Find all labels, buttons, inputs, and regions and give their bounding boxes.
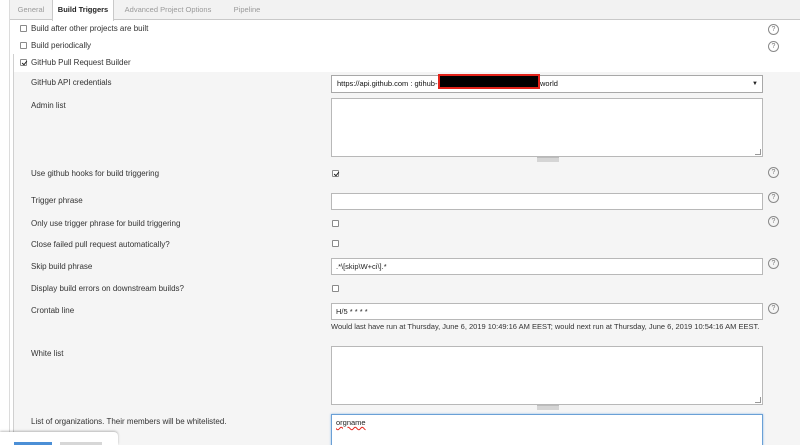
only-trigger-phrase-label: Only use trigger phrase for build trigge… (31, 219, 181, 228)
white-list-textarea[interactable] (331, 346, 763, 410)
admin-list-textarea[interactable] (331, 98, 763, 162)
api-credentials-value-prefix: https://api.github.com : gtihub- (337, 79, 438, 88)
chevron-down-icon: ▼ (752, 81, 758, 87)
redaction-box (438, 74, 540, 89)
resize-corner-icon[interactable] (755, 149, 761, 155)
display-errors-checkbox[interactable] (332, 285, 339, 292)
api-credentials-label: GitHub API credentials (31, 78, 112, 87)
api-credentials-value-suffix: world (540, 79, 558, 88)
crontab-label: Crontab line (31, 306, 75, 315)
trigger-phrase-input[interactable] (331, 193, 763, 210)
left-divider (9, 0, 10, 445)
left-gutter (0, 0, 13, 445)
use-hooks-help-icon[interactable]: ? (768, 167, 779, 178)
trigger-phrase-label: Trigger phrase (31, 196, 83, 205)
build-periodically-help-icon[interactable]: ? (768, 41, 779, 52)
skip-build-phrase-input[interactable]: .*\[skip\W+ci\].* (331, 258, 763, 275)
resize-grip[interactable] (537, 405, 559, 410)
admin-list-label: Admin list (31, 101, 66, 110)
crontab-input[interactable]: H/5 * * * * (331, 303, 763, 320)
ghprb-indent-line (13, 54, 14, 445)
org-list-textarea[interactable]: orgname (331, 414, 763, 445)
build-periodically-checkbox[interactable] (20, 42, 27, 49)
only-trigger-phrase-help-icon[interactable]: ? (768, 216, 779, 227)
ghprb-checkbox[interactable] (20, 59, 27, 66)
tab-general[interactable]: General (10, 0, 52, 20)
build-after-other-checkbox[interactable] (20, 25, 27, 32)
tab-advanced-project-options[interactable]: Advanced Project Options (114, 0, 222, 20)
tab-pipeline[interactable]: Pipeline (222, 0, 272, 20)
tab-build-triggers[interactable]: Build Triggers (52, 0, 114, 21)
skip-build-phrase-help-icon[interactable]: ? (768, 258, 779, 269)
build-after-other-help-icon[interactable]: ? (768, 24, 779, 35)
resize-grip[interactable] (537, 157, 559, 162)
close-failed-label: Close failed pull request automatically? (31, 240, 170, 249)
display-errors-label: Display build errors on downstream build… (31, 284, 184, 293)
crontab-help-icon[interactable]: ? (768, 303, 779, 314)
crontab-schedule-hint: Would last have run at Thursday, June 6,… (331, 322, 760, 331)
white-list-label: White list (31, 349, 64, 358)
close-failed-checkbox[interactable] (332, 240, 339, 247)
org-list-value: orgname (336, 418, 366, 427)
config-tabs: General Build Triggers Advanced Project … (10, 0, 800, 21)
build-after-other-label: Build after other projects are built (31, 24, 149, 33)
ghprb-label: GitHub Pull Request Builder (31, 58, 131, 67)
only-trigger-phrase-checkbox[interactable] (332, 220, 339, 227)
trigger-phrase-help-icon[interactable]: ? (768, 192, 779, 203)
use-hooks-label: Use github hooks for build triggering (31, 169, 160, 178)
api-credentials-select[interactable]: https://api.github.com : gtihub- world ▼ (331, 74, 763, 93)
build-periodically-label: Build periodically (31, 41, 92, 50)
use-hooks-checkbox[interactable] (332, 170, 339, 177)
org-list-label: List of organizations. Their members wil… (31, 417, 227, 426)
resize-corner-icon[interactable] (755, 397, 761, 403)
skip-build-phrase-label: Skip build phrase (31, 262, 93, 271)
